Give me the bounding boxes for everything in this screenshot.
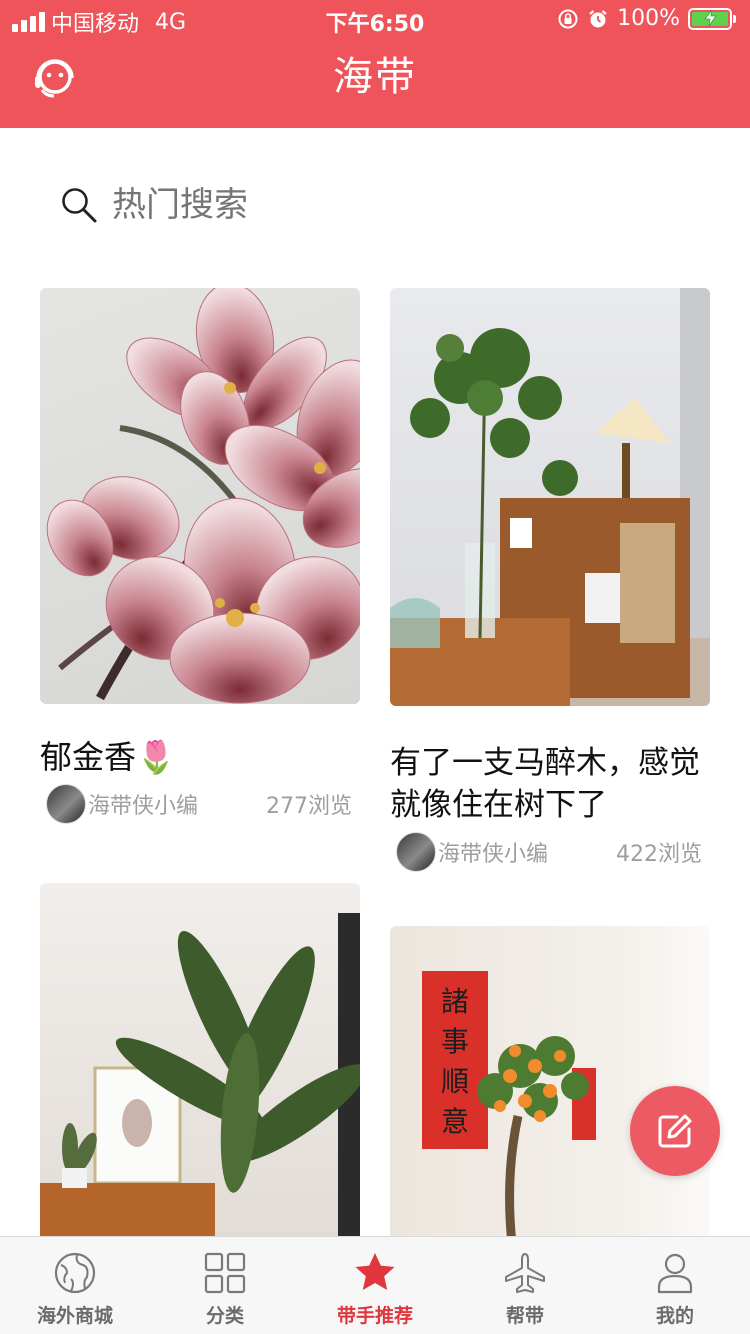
feed-card[interactable] <box>40 883 360 1243</box>
app-header: 中国移动 4G 下午6:50 100% 海带 <box>0 0 750 128</box>
person-icon <box>657 1253 693 1294</box>
grid-icon <box>204 1252 246 1294</box>
author-name: 海带侠小编 <box>88 794 199 819</box>
avatar <box>396 832 436 872</box>
edit-icon <box>658 1114 692 1148</box>
status-bar: 中国移动 4G 下午6:50 100% <box>0 0 750 40</box>
edit-post-button[interactable] <box>630 1086 720 1176</box>
tab-label: 带手推荐 <box>336 1305 413 1327</box>
feed-card[interactable]: 諸事順意 <box>390 926 710 1244</box>
status-right: 100% <box>557 6 736 31</box>
orientation-lock-icon <box>558 9 578 28</box>
search-input[interactable] <box>112 185 412 225</box>
page-title: 海带 <box>333 54 417 100</box>
search-icon <box>62 188 97 223</box>
pink-tulips-photo[interactable] <box>40 288 360 704</box>
card-title: 郁金香🌷 <box>40 738 176 776</box>
feed-card[interactable]: 有了一支马醉木，感觉就像住在树下了 海带侠小编 422浏览 <box>390 288 710 872</box>
tab-label: 海外商城 <box>36 1305 113 1327</box>
alarm-icon <box>589 9 607 27</box>
svg-text:順: 順 <box>441 1065 469 1098</box>
kumquat-tree-photo[interactable]: 諸事順意 <box>390 926 710 1244</box>
tab-recommended[interactable]: 带手推荐 <box>300 1237 450 1334</box>
tab-mine[interactable]: 我的 <box>600 1237 750 1334</box>
bottom-tab-bar: 海外商城 分类 带手推荐 帮带 我的 <box>0 1236 750 1334</box>
avatar <box>46 784 86 824</box>
battery-icon <box>688 7 736 30</box>
tab-label: 分类 <box>205 1305 244 1327</box>
author-name: 海带侠小编 <box>438 842 549 867</box>
svg-text:意: 意 <box>441 1105 469 1138</box>
airplane-icon <box>505 1253 545 1293</box>
battery-percent: 100% <box>617 6 680 31</box>
card-meta: 海带侠小编 422浏览 <box>390 832 710 872</box>
svg-text:事: 事 <box>441 1025 469 1058</box>
view-count: 277浏览 <box>266 794 352 819</box>
star-icon <box>355 1253 395 1290</box>
tab-label: 帮带 <box>505 1305 544 1327</box>
card-title: 有了一支马醉木，感觉就像住在树下了 <box>390 745 700 823</box>
tab-category[interactable]: 分类 <box>150 1237 300 1334</box>
tab-help-carry[interactable]: 帮带 <box>450 1237 600 1334</box>
globe-icon <box>54 1252 96 1294</box>
tab-label: 我的 <box>655 1305 694 1327</box>
card-meta: 海带侠小编 277浏览 <box>40 784 360 824</box>
bird-of-paradise-plant-photo[interactable] <box>40 883 360 1243</box>
view-count: 422浏览 <box>616 842 702 867</box>
feed-card[interactable]: 郁金香🌷 海带侠小编 277浏览 <box>40 288 360 824</box>
plant-and-lamp-photo[interactable] <box>390 288 710 706</box>
search-bar[interactable] <box>60 180 460 230</box>
tab-overseas-mall[interactable]: 海外商城 <box>0 1237 150 1334</box>
svg-text:諸: 諸 <box>441 985 469 1018</box>
